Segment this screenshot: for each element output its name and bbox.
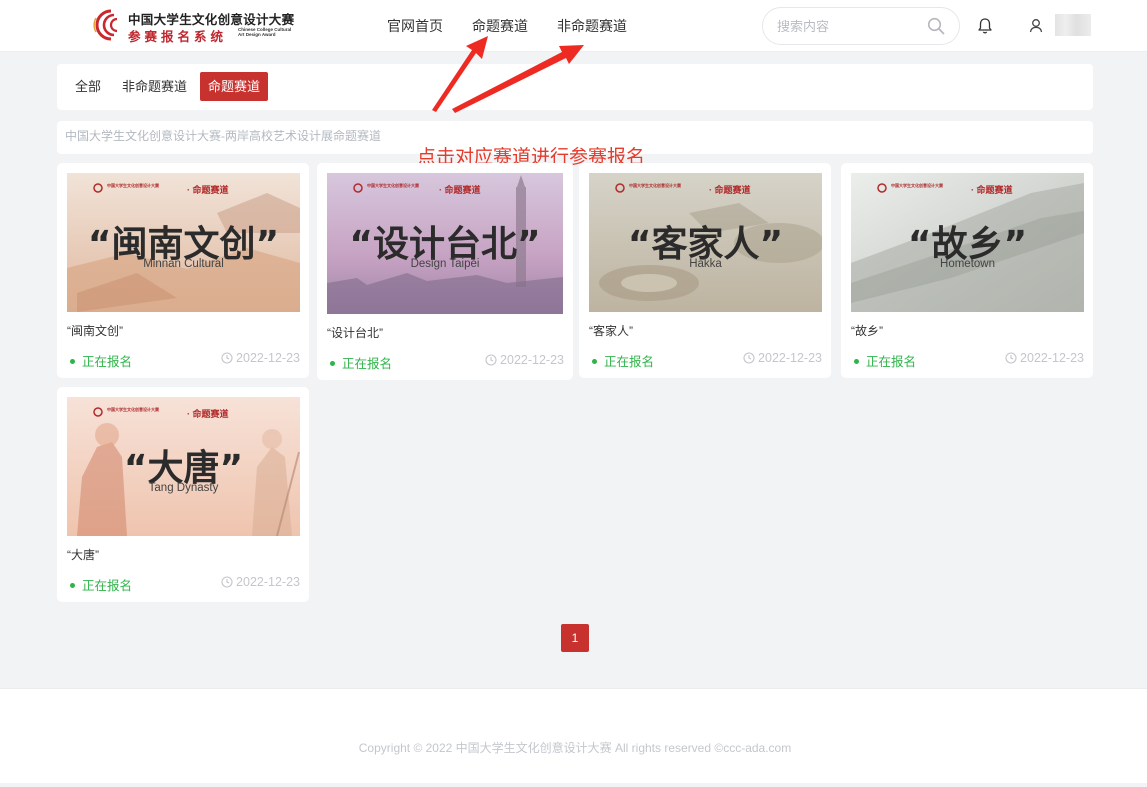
- nav-home[interactable]: 官网首页: [387, 16, 443, 36]
- card-cover-image: 中国大学生文化创意设计大赛 · 命题赛道 “设计台北” Design Taipe…: [327, 173, 563, 314]
- pagination-page-1[interactable]: 1: [561, 624, 589, 652]
- brand-mark-icon: [93, 407, 103, 417]
- status-label: 正在报名: [67, 575, 132, 594]
- search-icon[interactable]: [927, 17, 945, 35]
- cover-brand-tag: · 命题赛道: [187, 409, 229, 419]
- track-filter-bar: 全部 非命题赛道 命题赛道: [57, 64, 1093, 110]
- track-card-hakka[interactable]: 中国大学生文化创意设计大赛 · 命题赛道 “客家人” Hakka “客家人” 正…: [579, 163, 831, 378]
- status-label: 正在报名: [589, 351, 654, 370]
- clock-icon: [485, 354, 497, 366]
- filter-all[interactable]: 全部: [67, 72, 109, 101]
- cover-subtitle: Hometown: [940, 258, 995, 270]
- card-date: 2022-12-23: [221, 351, 300, 365]
- card-cover-image: 中国大学生文化创意设计大赛 · 命题赛道 “大唐” Tang Dynasty: [67, 397, 300, 536]
- cover-subtitle: Tang Dynasty: [148, 482, 219, 494]
- footer: Copyright © 2022 中国大学生文化创意设计大赛 All right…: [0, 688, 1147, 783]
- filter-non-proposition[interactable]: 非命题赛道: [114, 72, 195, 101]
- clock-icon: [1005, 352, 1017, 364]
- cover-brand-text: 中国大学生文化创意设计大赛: [107, 407, 159, 412]
- user-icon[interactable]: [1029, 18, 1043, 33]
- status-dot-icon: [592, 359, 597, 365]
- search-input[interactable]: [777, 17, 917, 35]
- card-cover-image: 中国大学生文化创意设计大赛 · 命题赛道 “闽南文创” Minnan Cultu…: [67, 173, 300, 312]
- cover-brand-text: 中国大学生文化创意设计大赛: [367, 183, 419, 188]
- logo-english: Chinese College Cultural Art Design Awar…: [238, 27, 292, 37]
- card-title: “闽南文创”: [67, 324, 123, 338]
- status-dot-icon: [70, 359, 75, 365]
- card-date: 2022-12-23: [743, 351, 822, 365]
- cover-brand-tag: · 命题赛道: [187, 185, 229, 195]
- site-logo[interactable]: 中国大学生文化创意设计大赛 参赛报名系统 Chinese College Cul…: [91, 8, 301, 44]
- cover-subtitle: Hakka: [689, 258, 722, 270]
- clock-icon: [743, 352, 755, 364]
- card-title: “设计台北”: [327, 326, 383, 340]
- bell-icon[interactable]: [977, 17, 993, 35]
- cover-brand-tag: · 命题赛道: [709, 185, 751, 195]
- card-date: 2022-12-23: [1005, 351, 1084, 365]
- brand-mark-icon: [615, 183, 625, 193]
- cover-subtitle: Design Taipei: [410, 258, 480, 270]
- card-cover-image: 中国大学生文化创意设计大赛 · 命题赛道 “客家人” Hakka: [589, 173, 822, 312]
- card-date: 2022-12-23: [221, 575, 300, 589]
- logo-mark-icon: [93, 9, 118, 41]
- track-card-hometown[interactable]: 中国大学生文化创意设计大赛 · 命题赛道 “故乡” Hometown “故乡” …: [841, 163, 1093, 378]
- cover-brand-text: 中国大学生文化创意设计大赛: [891, 183, 943, 188]
- logo-subtitle: 参赛报名系统: [128, 30, 228, 44]
- clock-icon: [221, 576, 233, 588]
- top-header: 中国大学生文化创意设计大赛 参赛报名系统 Chinese College Cul…: [0, 0, 1147, 52]
- card-title: “大唐”: [67, 548, 99, 562]
- card-cover-image: 中国大学生文化创意设计大赛 · 命题赛道 “故乡” Hometown: [851, 173, 1084, 312]
- brand-mark-icon: [353, 183, 363, 193]
- nav-non-proposition-track[interactable]: 非命题赛道: [557, 16, 627, 36]
- search-box: [762, 7, 960, 45]
- status-label: 正在报名: [851, 351, 916, 370]
- status-label: 正在报名: [67, 351, 132, 370]
- cover-brand-tag: · 命题赛道: [971, 185, 1013, 195]
- track-card-tang[interactable]: 中国大学生文化创意设计大赛 · 命题赛道 “大唐” Tang Dynasty “…: [57, 387, 309, 602]
- cover-brand-tag: · 命题赛道: [439, 185, 481, 195]
- card-title: “故乡”: [851, 324, 883, 338]
- username-avatar[interactable]: [1055, 14, 1091, 36]
- card-date: 2022-12-23: [485, 353, 564, 367]
- cover-brand-text: 中国大学生文化创意设计大赛: [107, 183, 159, 188]
- cover-subtitle: Minnan Cultural: [143, 258, 224, 270]
- status-dot-icon: [70, 583, 75, 589]
- filter-proposition[interactable]: 命题赛道: [200, 72, 269, 101]
- clock-icon: [221, 352, 233, 364]
- cover-brand-text: 中国大学生文化创意设计大赛: [629, 183, 681, 188]
- card-title: “客家人”: [589, 324, 633, 338]
- status-label: 正在报名: [327, 353, 392, 372]
- nav-proposition-track[interactable]: 命题赛道: [472, 16, 528, 36]
- status-dot-icon: [330, 361, 335, 367]
- track-card-taipei[interactable]: 中国大学生文化创意设计大赛 · 命题赛道 “设计台北” Design Taipe…: [317, 163, 573, 380]
- track-card-minnan[interactable]: 中国大学生文化创意设计大赛 · 命题赛道 “闽南文创” Minnan Cultu…: [57, 163, 309, 378]
- brand-mark-icon: [93, 183, 103, 193]
- copyright-text: Copyright © 2022 中国大学生文化创意设计大赛 All right…: [358, 741, 792, 755]
- brand-mark-icon: [877, 183, 887, 193]
- status-dot-icon: [854, 359, 859, 365]
